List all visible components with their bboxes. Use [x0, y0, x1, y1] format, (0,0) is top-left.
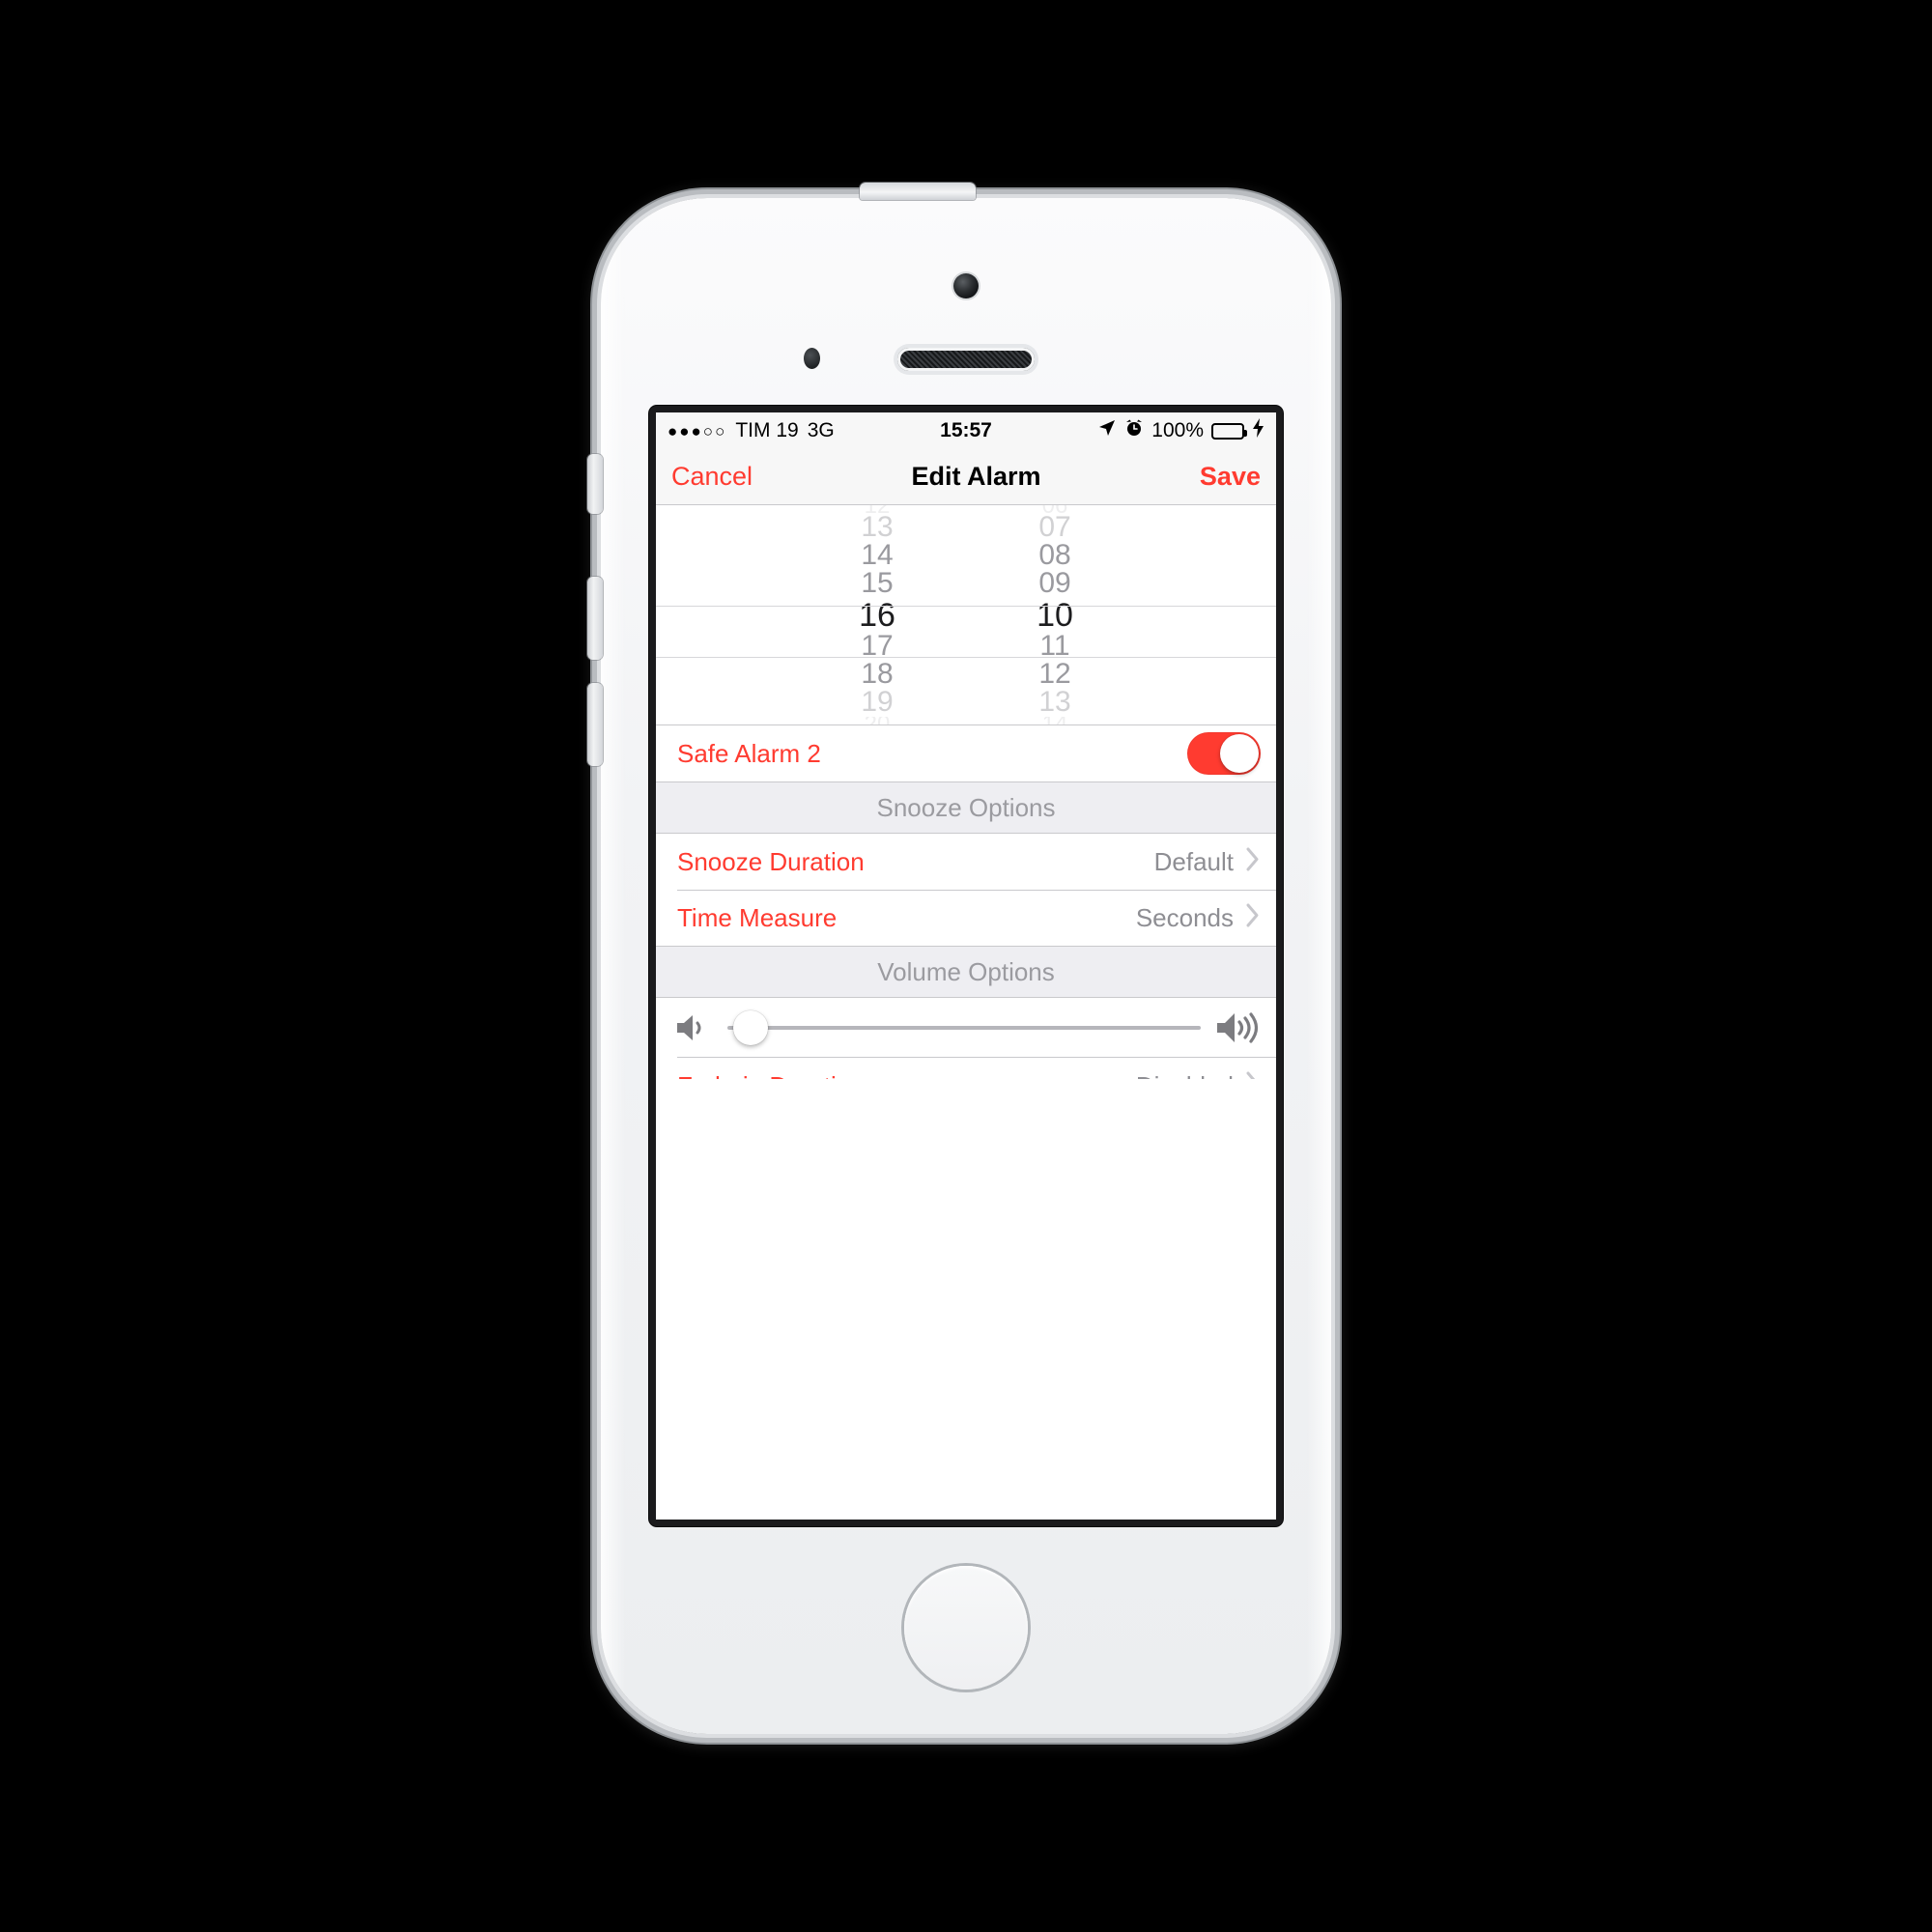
location-arrow-icon [1097, 418, 1117, 443]
hour-option[interactable]: 15 [824, 569, 930, 598]
save-button[interactable]: Save [1200, 462, 1261, 492]
hour-option[interactable]: 19 [824, 688, 930, 717]
alarm-clock-icon [1124, 418, 1144, 443]
alarm-enabled-toggle[interactable] [1187, 732, 1261, 775]
alarm-name-row[interactable]: Safe Alarm 2 [656, 725, 1276, 781]
screen-bezel: ●●●○○ TIM 19 3G 15:57 100% Cancel Edit A… [649, 406, 1283, 1526]
minute-picker-column[interactable]: 06 07 08 09 10 11 12 13 14 [1002, 505, 1108, 725]
minute-option[interactable]: 12 [1002, 660, 1108, 689]
minute-option-selected[interactable]: 10 [1002, 598, 1108, 633]
minute-option[interactable]: 08 [1002, 541, 1108, 570]
time-picker[interactable]: 12 13 14 15 16 17 18 19 20 06 07 [656, 505, 1276, 725]
hour-picker-column[interactable]: 12 13 14 15 16 17 18 19 20 [824, 505, 930, 725]
mute-switch-button[interactable] [587, 454, 603, 514]
front-camera-icon [953, 273, 979, 298]
hour-option[interactable]: 13 [824, 513, 930, 542]
status-bar: ●●●○○ TIM 19 3G 15:57 100% [656, 412, 1276, 449]
minute-option[interactable]: 14 [1002, 717, 1108, 725]
slider-track [727, 1026, 1201, 1030]
snooze-duration-row[interactable]: Snooze Duration Default [656, 834, 1276, 890]
volume-slider-row[interactable] [656, 998, 1276, 1058]
volume-down-button[interactable] [587, 683, 603, 766]
snooze-duration-label: Snooze Duration [677, 846, 865, 876]
volume-slider[interactable] [727, 1010, 1201, 1045]
volume-up-button[interactable] [587, 577, 603, 660]
snooze-options-header: Snooze Options [656, 781, 1276, 834]
home-button[interactable] [904, 1566, 1028, 1690]
fade-in-duration-value: Disabled [1136, 1071, 1234, 1080]
slider-thumb[interactable] [733, 1010, 768, 1045]
screenshot-canvas: ●●●○○ TIM 19 3G 15:57 100% Cancel Edit A… [0, 0, 1932, 1932]
chevron-right-icon [1245, 846, 1261, 877]
hour-option[interactable]: 20 [824, 717, 930, 725]
minute-option[interactable]: 13 [1002, 688, 1108, 717]
alarm-settings-table: Safe Alarm 2 Snooze Options Snooze Durat… [656, 725, 1276, 1079]
chevron-right-icon [1245, 902, 1261, 933]
time-measure-value: Seconds [1135, 902, 1234, 932]
status-bar-left: ●●●○○ TIM 19 3G [668, 419, 835, 442]
picker-selection-line-top [656, 606, 1276, 607]
status-bar-right: 100% [1097, 418, 1264, 443]
hour-option[interactable]: 18 [824, 660, 930, 689]
fade-in-duration-label: Fade-in Duration [677, 1071, 865, 1080]
picker-selection-line-bottom [656, 657, 1276, 658]
network-type-label: 3G [807, 419, 835, 441]
battery-percent-label: 100% [1151, 419, 1204, 441]
phone-screen: ●●●○○ TIM 19 3G 15:57 100% Cancel Edit A… [656, 412, 1276, 1520]
fade-in-duration-row-clipped: Fade-in Duration Disabled [656, 1058, 1276, 1079]
lightning-bolt-icon [1252, 418, 1264, 443]
page-title: Edit Alarm [911, 462, 1041, 491]
cancel-button[interactable]: Cancel [671, 462, 753, 492]
navigation-bar: Cancel Edit Alarm Save [656, 449, 1276, 505]
earpiece-speaker-icon [897, 348, 1035, 371]
power-button[interactable] [860, 183, 976, 200]
chevron-right-icon [1245, 1070, 1261, 1079]
hour-option-selected[interactable]: 16 [824, 598, 930, 633]
proximity-sensor-icon [804, 348, 820, 369]
toggle-knob [1220, 734, 1259, 773]
time-measure-row[interactable]: Time Measure Seconds [656, 890, 1276, 946]
minute-option[interactable]: 07 [1002, 513, 1108, 542]
iphone-device: ●●●○○ TIM 19 3G 15:57 100% Cancel Edit A… [587, 183, 1331, 1734]
signal-strength-icon: ●●●○○ [668, 421, 727, 440]
time-measure-label: Time Measure [677, 902, 838, 932]
alarm-name-label: Safe Alarm 2 [677, 738, 821, 768]
carrier-label: TIM 19 [735, 419, 799, 441]
hour-option[interactable]: 14 [824, 541, 930, 570]
snooze-duration-value: Default [1153, 846, 1234, 876]
volume-options-header: Volume Options [656, 946, 1276, 998]
battery-icon [1211, 422, 1247, 440]
speaker-high-icon [1214, 1009, 1261, 1046]
minute-option[interactable]: 09 [1002, 569, 1108, 598]
fade-in-duration-row[interactable]: Fade-in Duration Disabled [656, 1058, 1276, 1079]
speaker-low-icon [673, 1011, 714, 1044]
